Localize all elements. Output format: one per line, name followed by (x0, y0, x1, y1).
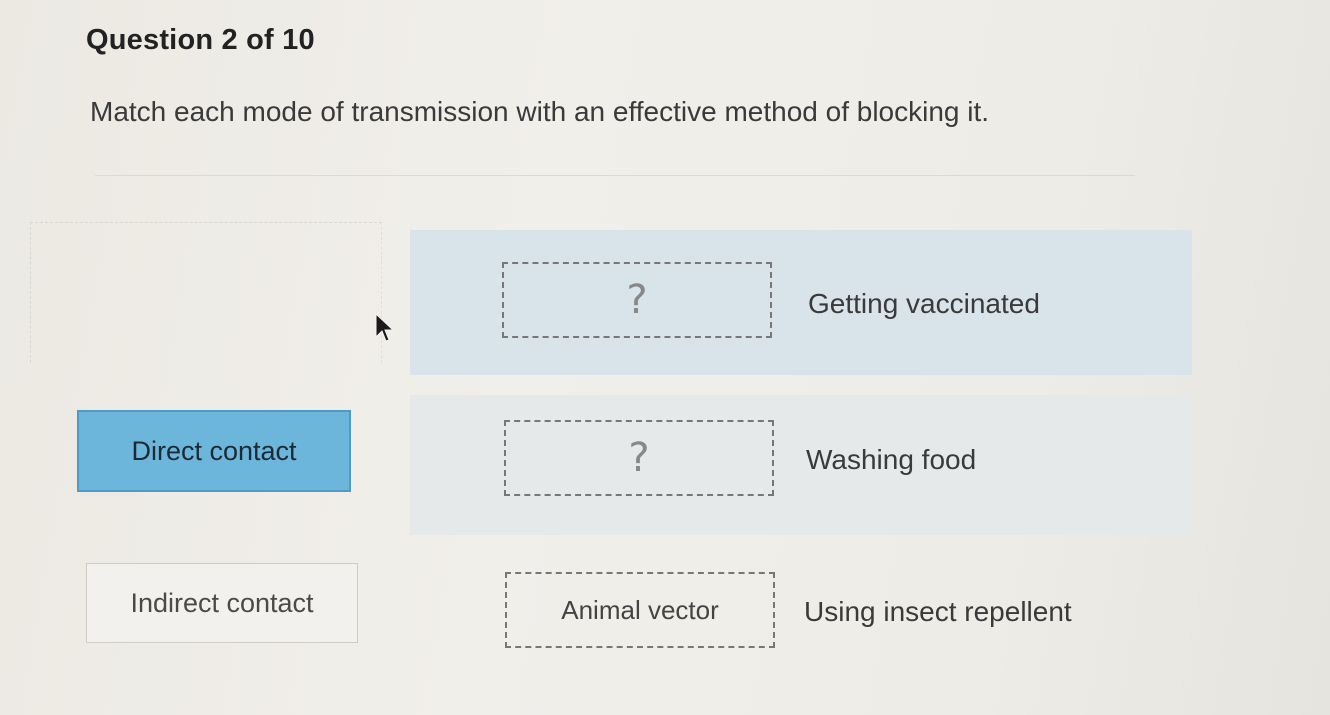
tile-source-area (30, 222, 382, 363)
question-number: Question 2 of 10 (86, 24, 315, 56)
drop-slot-3[interactable]: Animal vector (505, 572, 775, 648)
slot-placeholder: ? (626, 277, 648, 323)
tile-indirect-contact[interactable]: Indirect contact (86, 563, 358, 643)
slot-placeholder: ? (628, 435, 650, 481)
divider (95, 175, 1135, 176)
method-label-2: Washing food (806, 444, 977, 475)
slot-placed-tile[interactable]: Animal vector (561, 595, 719, 626)
question-prompt: Match each mode of transmission with an … (90, 96, 990, 127)
method-label-1: Getting vaccinated (808, 288, 1040, 319)
method-label-3: Using insect repellent (804, 596, 1072, 627)
drop-slot-2[interactable]: ? (504, 420, 774, 496)
mouse-pointer-icon (375, 313, 395, 342)
tile-direct-contact[interactable]: Direct contact (77, 410, 351, 492)
drop-slot-1[interactable]: ? (502, 262, 772, 338)
